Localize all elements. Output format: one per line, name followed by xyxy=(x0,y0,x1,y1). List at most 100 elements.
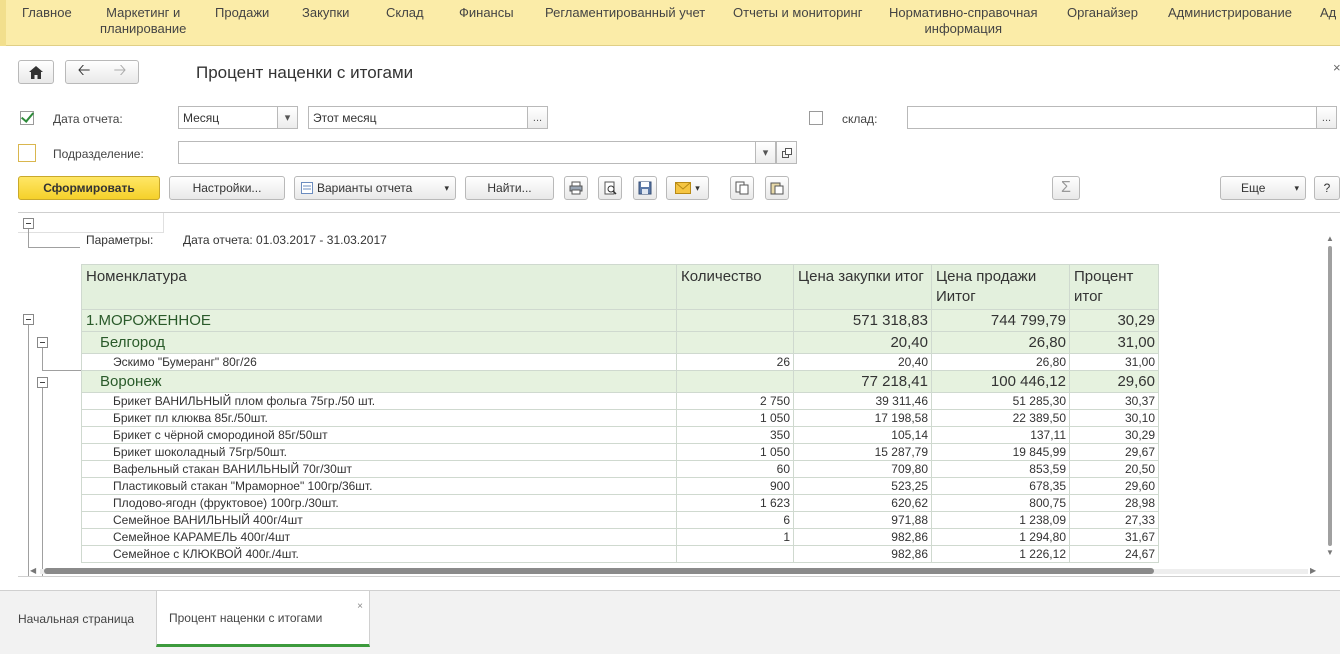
forward-arrow-icon[interactable]: 🡢 xyxy=(102,59,138,86)
close-tab-icon[interactable]: × xyxy=(357,601,363,612)
horizontal-scrollbar[interactable]: ◀ ▶ xyxy=(30,566,1318,575)
tab-home[interactable]: Начальная страница xyxy=(6,591,156,647)
report-table: Номенклатура Количество Цена закупки ито… xyxy=(81,264,1159,563)
percent-cell: 20,50 xyxy=(1069,460,1159,478)
chevron-down-icon: ▾ xyxy=(1294,182,1299,193)
history-nav: 🡠 🡢 xyxy=(65,60,139,84)
column-header-buy[interactable]: Цена закупки итог xyxy=(793,264,932,310)
report-variants-button[interactable]: Варианты отчета ▾ xyxy=(294,176,456,200)
division-checkbox[interactable] xyxy=(18,144,36,162)
save-button[interactable] xyxy=(633,176,657,200)
period-type-field[interactable]: Месяц xyxy=(178,106,278,129)
buy-price-cell: 39 311,46 xyxy=(793,392,932,410)
find-button[interactable]: Найти... xyxy=(465,176,554,200)
sum-button[interactable]: Σ xyxy=(1052,176,1080,200)
menu-item-organizer[interactable]: Органайзер xyxy=(1067,5,1138,21)
group-row[interactable]: 1.МОРОЖЕННОЕ 571 318,83 744 799,79 30,29 xyxy=(81,309,1159,332)
percent-cell: 30,29 xyxy=(1069,426,1159,444)
menu-item-reference-info[interactable]: Нормативно-справочная информация xyxy=(889,5,1038,37)
tab-report[interactable]: Процент наценки с итогами × xyxy=(156,591,370,647)
column-header-name[interactable]: Номенклатура xyxy=(81,264,677,310)
name-cell: Пластиковый стакан "Мраморное" 100гр/36ш… xyxy=(81,477,677,495)
home-button[interactable] xyxy=(18,60,54,84)
group-row[interactable]: Белгород 20,40 26,80 31,00 xyxy=(81,331,1159,354)
tree-line xyxy=(28,247,80,248)
division-open-icon[interactable] xyxy=(776,141,797,164)
division-field[interactable] xyxy=(178,141,756,164)
table-row[interactable]: Семейное КАРАМЕЛЬ 400г/4шт 1 982,86 1 294,8… xyxy=(81,528,1159,546)
paste-button[interactable] xyxy=(765,176,789,200)
tree-line xyxy=(42,388,43,576)
menu-item-sales[interactable]: Продажи xyxy=(215,5,269,21)
buy-price-cell: 20,40 xyxy=(793,331,932,354)
vertical-scroll-thumb[interactable] xyxy=(1328,246,1332,546)
qty-cell: 1 050 xyxy=(676,443,794,461)
more-button[interactable]: Еще ▾ xyxy=(1220,176,1306,200)
sell-price-cell: 744 799,79 xyxy=(931,309,1070,332)
period-value-field[interactable]: Этот месяц xyxy=(308,106,528,129)
scroll-right-icon[interactable]: ▶ xyxy=(1310,566,1316,575)
name-cell: Брикет с чёрной смородиной 85г/50шт xyxy=(81,426,677,444)
settings-button[interactable]: Настройки... xyxy=(169,176,285,200)
table-row[interactable]: Плодово-ягодн (фруктовое) 100гр./30шт. 1 … xyxy=(81,494,1159,512)
sell-price-cell: 26,80 xyxy=(931,353,1070,371)
division-dropdown-icon[interactable]: ▾ xyxy=(755,141,776,164)
period-type-dropdown-icon[interactable]: ▾ xyxy=(277,106,298,129)
collapse-group-voronezh-icon[interactable] xyxy=(37,377,48,388)
preview-button[interactable] xyxy=(598,176,622,200)
report-variants-icon xyxy=(301,182,313,194)
send-email-button[interactable]: ▾ xyxy=(666,176,709,200)
qty-cell xyxy=(676,545,794,563)
qty-cell: 1 050 xyxy=(676,409,794,427)
group-row[interactable]: Воронеж 77 218,41 100 446,12 29,60 xyxy=(81,370,1159,393)
table-row[interactable]: Брикет шоколадный 75гр/50шт. 1 050 15 287,… xyxy=(81,443,1159,461)
collapse-group-belgorod-icon[interactable] xyxy=(37,337,48,348)
menu-item-marketing[interactable]: Маркетинг и планирование xyxy=(100,5,186,37)
warehouse-checkbox[interactable] xyxy=(809,111,823,125)
column-header-sell[interactable]: Цена продажи Иитог xyxy=(931,264,1070,310)
collapse-params-icon[interactable] xyxy=(23,218,34,229)
period-select-button[interactable]: ... xyxy=(527,106,548,129)
table-row[interactable]: Семейное ВАНИЛЬНЫЙ 400г/4шт 6 971,88 1 238,… xyxy=(81,511,1159,529)
table-row[interactable]: Эскимо "Бумеранг" 80г/26 26 20,40 26,80 31,0… xyxy=(81,353,1159,371)
vertical-scrollbar[interactable]: ▲ ▼ xyxy=(1326,234,1334,558)
preview-icon xyxy=(604,181,617,195)
table-row[interactable]: Семейное с КЛЮКВОЙ 400г./4шт. 982,86 1 226… xyxy=(81,545,1159,563)
collapse-group-icecream-icon[interactable] xyxy=(23,314,34,325)
table-row[interactable]: Вафельный стакан ВАНИЛЬНЫЙ 70г/30шт 60 709… xyxy=(81,460,1159,478)
menu-item-reports[interactable]: Отчеты и мониторинг xyxy=(733,5,862,21)
table-row[interactable]: Брикет ВАНИЛЬНЫЙ плом фольга 75гр./50 шт… xyxy=(81,392,1159,410)
menu-item-purchases[interactable]: Закупки xyxy=(302,5,349,21)
scroll-down-icon[interactable]: ▼ xyxy=(1326,548,1334,557)
print-button[interactable] xyxy=(564,176,588,200)
menu-item-main[interactable]: Главное xyxy=(22,5,72,21)
help-button[interactable]: ? xyxy=(1314,176,1340,200)
menu-item-more[interactable]: Ад xyxy=(1320,5,1336,21)
scroll-up-icon[interactable]: ▲ xyxy=(1326,234,1334,243)
menu-item-administration[interactable]: Администрирование xyxy=(1168,5,1292,21)
table-row[interactable]: Брикет пл клюква 85г./50шт. 1 050 17 198,5… xyxy=(81,409,1159,427)
chevron-down-icon: ▾ xyxy=(444,182,449,193)
menu-item-finance[interactable]: Финансы xyxy=(459,5,514,21)
horizontal-scroll-thumb[interactable] xyxy=(44,568,1154,574)
close-window-icon[interactable]: × xyxy=(1333,60,1340,75)
report-body: 1.МОРОЖЕННОЕ 571 318,83 744 799,79 30,29 Бел… xyxy=(81,309,1159,563)
column-header-pct[interactable]: Процент итог xyxy=(1069,264,1159,310)
menu-item-warehouse[interactable]: Склад xyxy=(386,5,424,21)
back-arrow-icon[interactable]: 🡠 xyxy=(66,59,102,86)
column-header-qty[interactable]: Количество xyxy=(676,264,794,310)
table-row[interactable]: Брикет с чёрной смородиной 85г/50шт 350 10… xyxy=(81,426,1159,444)
generate-button[interactable]: Сформировать xyxy=(18,176,160,200)
percent-cell: 30,37 xyxy=(1069,392,1159,410)
scroll-left-icon[interactable]: ◀ xyxy=(30,566,36,575)
buy-price-cell: 709,80 xyxy=(793,460,932,478)
warehouse-field[interactable] xyxy=(907,106,1317,129)
menu-item-regulated-accounting[interactable]: Регламентированный учет xyxy=(545,5,705,21)
name-cell: Воронеж xyxy=(81,370,677,393)
sell-price-cell: 1 294,80 xyxy=(931,528,1070,546)
table-row[interactable]: Пластиковый стакан "Мраморное" 100гр/36ш… xyxy=(81,477,1159,495)
name-cell: Семейное с КЛЮКВОЙ 400г./4шт. xyxy=(81,545,677,563)
warehouse-select-button[interactable]: ... xyxy=(1316,106,1337,129)
report-date-checkbox[interactable] xyxy=(20,111,34,125)
copy-button[interactable] xyxy=(730,176,754,200)
